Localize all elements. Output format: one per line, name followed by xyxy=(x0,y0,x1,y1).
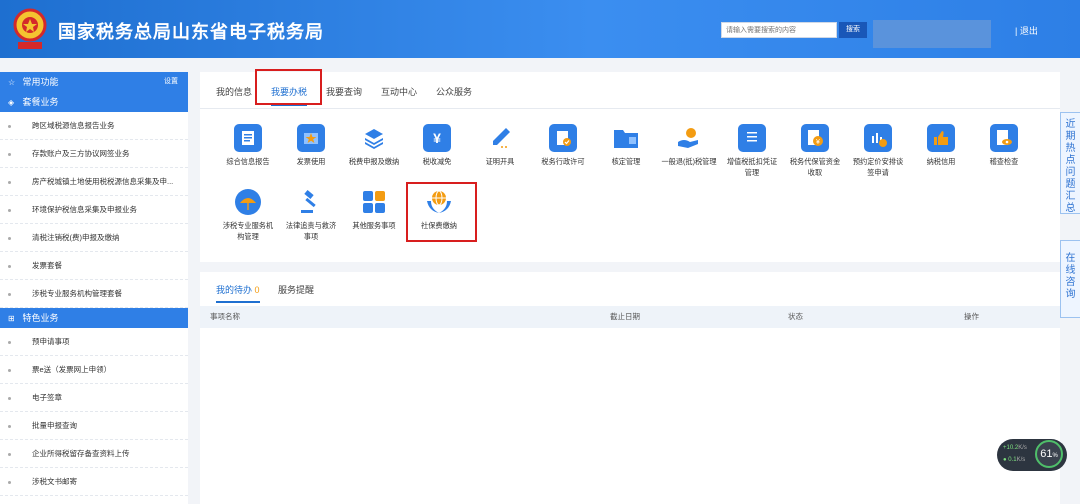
sidebar-item[interactable]: 企业所得税留存备查资料上传 xyxy=(0,440,188,468)
sidebar-item[interactable]: 环境保护税信息采集及申报业务 xyxy=(0,196,188,224)
search-input[interactable] xyxy=(721,22,837,38)
grid-icon: ⊞ xyxy=(8,314,15,323)
doc-eye-icon xyxy=(990,124,1018,152)
star-icon: ☆ xyxy=(8,78,16,87)
tab-query[interactable]: 我要查询 xyxy=(326,80,362,104)
sidebar-item[interactable]: 房产税城镇土地使用税税源信息采集及申... xyxy=(0,168,188,196)
tab-service-reminder[interactable]: 服务提醒 xyxy=(278,282,314,298)
yuan-doc-icon: ¥ xyxy=(801,124,829,152)
memory-percent: 61% xyxy=(1035,440,1063,468)
hot-topics-button[interactable]: 近期热点问题汇总 xyxy=(1060,112,1080,214)
service-item[interactable]: 税务行政许可 xyxy=(535,124,591,167)
emblem-icon xyxy=(13,8,47,49)
sidebar-item[interactable]: 涉税文书邮寄 xyxy=(0,468,188,496)
service-panel: 我的信息 我要办税 我要查询 互动中心 公众服务 综合信息报告 发票使用 税费申… xyxy=(200,69,1060,262)
sidebar-settings-link[interactable]: 设置 xyxy=(164,72,178,92)
tab-public-service[interactable]: 公众服务 xyxy=(436,80,472,104)
service-item[interactable]: 税费申报及缴纳 xyxy=(346,124,402,167)
service-item[interactable]: 核定管理 xyxy=(598,124,654,167)
service-item[interactable]: 增值税抵扣凭证管理 xyxy=(724,124,780,178)
logout-label: 退出 xyxy=(1019,26,1038,36)
ledger-icon xyxy=(738,124,766,152)
network-speed-widget[interactable]: +10.2K/s ● 0.1K/s 61% xyxy=(997,439,1067,471)
sidebar-item[interactable]: 存款账户及三方协议网签业务 xyxy=(0,140,188,168)
service-item[interactable]: 证明开具 xyxy=(472,124,528,167)
column-header-deadline: 截止日期 xyxy=(610,312,640,321)
service-item[interactable]: 纳税信用 xyxy=(913,124,969,167)
sidebar-item[interactable]: 跨区域税源信息报告业务 xyxy=(0,112,188,140)
layers-icon xyxy=(360,124,388,152)
yuan-ticket-icon: ¥ xyxy=(423,124,451,152)
hot-topics-label: 近期热点问题汇总 xyxy=(1065,119,1076,214)
service-item[interactable]: 涉税专业服务机构管理 xyxy=(220,188,276,242)
grid-icon xyxy=(360,188,388,216)
sidebar-item[interactable]: 预申请事项 xyxy=(0,328,188,356)
service-item[interactable]: 一般退(抵)税管理 xyxy=(661,124,717,167)
gavel-icon xyxy=(297,188,325,216)
sidebar-item[interactable]: 清税注销税(费)申报及缴纳 xyxy=(0,224,188,252)
header: 国家税务总局山东省电子税务局 搜索 | 退出 xyxy=(0,0,1080,58)
todo-table-header: 事项名称 截止日期 状态 操作 xyxy=(200,306,1060,328)
sidebar-special-label: 特色业务 xyxy=(22,313,59,323)
sidebar-common-header[interactable]: ☆ 常用功能 设置 xyxy=(0,72,188,92)
thumb-up-icon xyxy=(927,124,955,152)
tab-my-info[interactable]: 我的信息 xyxy=(216,80,252,104)
hand-coin-icon xyxy=(675,124,703,152)
service-item[interactable]: 预约定价安排谈签申请 xyxy=(850,124,906,178)
column-header-status: 状态 xyxy=(788,312,803,321)
sidebar-special-header[interactable]: ⊞ 特色业务 xyxy=(0,308,188,328)
tab-divider xyxy=(200,108,1060,109)
service-item[interactable]: 稽查检查 xyxy=(976,124,1032,167)
online-consult-button[interactable]: 在线咨询 xyxy=(1060,240,1080,318)
sidebar-item[interactable]: 电子签章 xyxy=(0,384,188,412)
download-speed: ● 0.1K/s xyxy=(1003,457,1026,463)
user-info[interactable] xyxy=(873,20,991,48)
service-item[interactable]: 发票使用 xyxy=(283,124,339,167)
service-item[interactable]: ¥ 税收减免 xyxy=(409,124,465,167)
logout-link[interactable]: | 退出 xyxy=(1015,24,1038,37)
chart-coin-icon xyxy=(864,124,892,152)
site-title: 国家税务总局山东省电子税务局 xyxy=(58,22,324,42)
tab-interaction[interactable]: 互动中心 xyxy=(381,80,417,104)
highlight-box-social-security xyxy=(406,182,477,242)
column-header-action: 操作 xyxy=(964,312,979,321)
sidebar-item[interactable]: 发票套餐 xyxy=(0,252,188,280)
service-item[interactable]: 其他服务事项 xyxy=(346,188,402,231)
invoice-star-icon xyxy=(297,124,325,152)
service-item[interactable]: 综合信息报告 xyxy=(220,124,276,167)
sidebar-item[interactable]: 涉税专业服务机构管理套餐 xyxy=(0,280,188,308)
upload-speed: +10.2K/s xyxy=(1003,445,1027,451)
column-header-name: 事项名称 xyxy=(210,312,240,321)
svg-text:¥: ¥ xyxy=(816,139,820,146)
service-item[interactable]: ¥ 税务代保管资金收取 xyxy=(787,124,843,178)
umbrella-icon xyxy=(234,188,262,216)
highlight-box-tab xyxy=(255,69,322,105)
document-icon xyxy=(234,124,262,152)
todo-tab-label: 我的待办 xyxy=(216,285,253,295)
sidebar-package-label: 套餐业务 xyxy=(22,97,59,107)
layers-icon: ◈ xyxy=(8,98,15,107)
sidebar-item[interactable]: 票e送（发票网上申领） xyxy=(0,356,188,384)
service-item[interactable]: 法律追责与救济事项 xyxy=(283,188,339,242)
todo-panel: 我的待办 0 服务提醒 事项名称 截止日期 状态 操作 xyxy=(200,272,1060,504)
doc-check-icon xyxy=(549,124,577,152)
tab-my-todo[interactable]: 我的待办 0 xyxy=(216,282,260,303)
online-consult-label: 在线咨询 xyxy=(1065,253,1076,300)
todo-count: 0 xyxy=(254,285,260,295)
sidebar-item[interactable]: 批量申报查询 xyxy=(0,412,188,440)
pen-icon xyxy=(486,124,514,152)
sidebar: ☆ 常用功能 设置 ◈ 套餐业务 跨区域税源信息报告业务 存款账户及三方协议网签… xyxy=(0,72,188,504)
folder-icon xyxy=(612,124,640,152)
sidebar-common-label: 常用功能 xyxy=(22,77,59,87)
search-button[interactable]: 搜索 xyxy=(839,22,867,38)
sidebar-package-header[interactable]: ◈ 套餐业务 xyxy=(0,92,188,112)
